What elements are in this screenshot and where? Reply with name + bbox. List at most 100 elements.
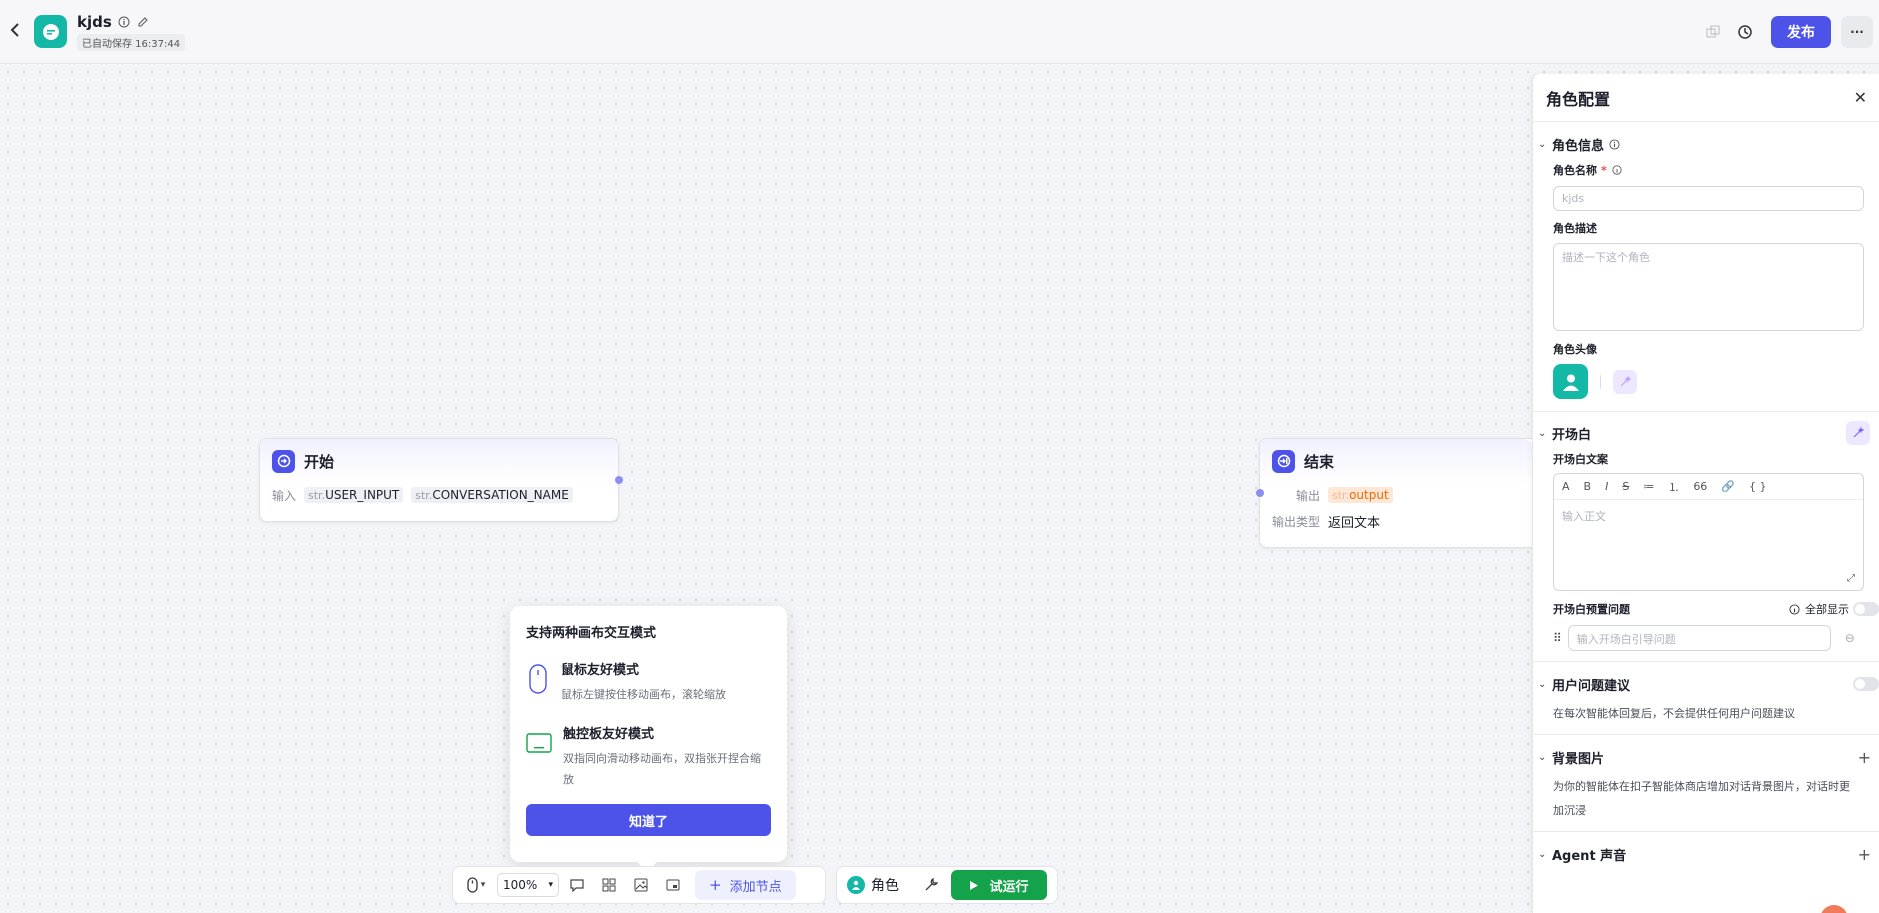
- var-tag: str.USER_INPUT: [304, 487, 404, 503]
- chevron-left-icon: [10, 23, 19, 37]
- play-icon: [970, 880, 979, 890]
- mouse-mode-name: 鼠标友好模式: [561, 663, 640, 678]
- info-icon[interactable]: [1788, 603, 1801, 616]
- end-node-input-port[interactable]: [1256, 489, 1264, 497]
- info-icon[interactable]: [1608, 138, 1621, 151]
- suggest-section: ⌄ 用户问题建议 在每次智能体回复后，不会提供任何用户问题建议: [1533, 662, 1879, 735]
- chevron-down-icon[interactable]: ⌄: [1538, 849, 1548, 860]
- opening-editor[interactable]: A B I S ≔ ⒈ 66 🔗 { } 输入正文 ⤢: [1553, 473, 1864, 591]
- chevron-down-icon[interactable]: ⌄: [1538, 752, 1548, 763]
- ordered-list-icon[interactable]: ⒈: [1668, 479, 1679, 495]
- zoom-select[interactable]: 100% ▾: [497, 873, 559, 897]
- end-node-icon: [1272, 449, 1295, 473]
- more-button[interactable]: ···: [1841, 16, 1873, 48]
- remove-icon[interactable]: ⊖: [1845, 631, 1855, 645]
- end-node-title: 结束: [1304, 452, 1335, 471]
- role-desc-label: 角色描述: [1553, 222, 1597, 235]
- back-button[interactable]: [4, 21, 26, 42]
- autosave-status: 已自动保存 16:37:44: [77, 33, 186, 51]
- edit-icon[interactable]: [137, 15, 150, 28]
- background-desc: 为你的智能体在扣子智能体商店增加对话背景图片，对话时更加沉浸: [1553, 780, 1850, 817]
- opening-section: ⌄ 开场白 开场白文案 A B I S ≔ ⒈ 66 🔗 { } 输入正文 ⤢: [1533, 412, 1879, 662]
- debug-button[interactable]: [917, 871, 945, 899]
- start-node-output-port[interactable]: [615, 476, 623, 484]
- start-input-label: 输入: [272, 488, 297, 503]
- mouse-mode-desc: 鼠标左键按住移动画布，滚轮缩放: [561, 688, 726, 701]
- chevron-down-icon: ▾: [480, 880, 486, 890]
- history-button[interactable]: [1729, 16, 1761, 48]
- test-run-button[interactable]: 试运行: [951, 870, 1047, 900]
- role-avatar-label: 角色头像: [1553, 343, 1597, 356]
- role-avatar[interactable]: [1553, 364, 1588, 399]
- add-node-label: 添加节点: [729, 879, 782, 895]
- preset-question-input[interactable]: 输入开场白引导问题: [1567, 625, 1831, 651]
- canvas-toolbar: ▾ 100% ▾ + 添加节点: [452, 866, 826, 904]
- history-icon: [1738, 25, 1752, 39]
- touchpad-mode-name: 触控板友好模式: [563, 727, 655, 742]
- add-voice-button[interactable]: +: [1858, 845, 1871, 864]
- add-node-button[interactable]: + 添加节点: [695, 870, 796, 900]
- touchpad-icon: [526, 727, 552, 759]
- suggest-toggle[interactable]: [1853, 677, 1879, 691]
- output-type-label: 输出类型: [1272, 514, 1321, 529]
- interaction-mode-button[interactable]: ▾: [459, 871, 493, 899]
- popup-title: 支持两种画布交互模式: [526, 626, 657, 641]
- publish-button[interactable]: 发布: [1771, 16, 1831, 48]
- wrench-icon: [925, 878, 938, 891]
- zoom-value: 100%: [503, 878, 538, 892]
- chevron-down-icon[interactable]: ⌄: [1538, 428, 1548, 439]
- start-node-icon: [272, 449, 295, 473]
- minimap-button[interactable]: [659, 871, 687, 899]
- magic-wand-icon: [1620, 375, 1631, 386]
- quote-icon[interactable]: 66: [1693, 480, 1707, 493]
- image-button[interactable]: [627, 871, 655, 899]
- chevron-down-icon: ▾: [548, 880, 553, 890]
- expand-icon[interactable]: ⤢: [1847, 573, 1855, 584]
- chevron-down-icon[interactable]: ⌄: [1538, 679, 1548, 690]
- font-icon[interactable]: A: [1562, 480, 1570, 493]
- comment-button[interactable]: [563, 871, 591, 899]
- role-info-title: 角色信息: [1552, 138, 1605, 154]
- app-title: kjds: [77, 12, 112, 31]
- start-node[interactable]: 开始 输入 str.USER_INPUT str.CONVERSATION_NA…: [259, 438, 619, 522]
- layout-button[interactable]: [595, 871, 623, 899]
- magic-wand-icon: [1853, 427, 1864, 438]
- copy-button[interactable]: [1697, 16, 1729, 48]
- show-all-toggle[interactable]: [1853, 602, 1879, 616]
- minimap-icon: [666, 879, 680, 891]
- code-icon[interactable]: { }: [1749, 480, 1767, 493]
- end-node[interactable]: 结束 输出 str.output 输出类型 返回文本: [1259, 438, 1532, 548]
- bold-icon[interactable]: B: [1584, 480, 1592, 493]
- suggest-desc: 在每次智能体回复后，不会提供任何用户问题建议: [1553, 707, 1795, 720]
- role-info-section: ⌄ 角色信息 角色名称 * kjds 角色描述 描述一下这个角色 角色头像: [1533, 122, 1879, 412]
- role-desc-input[interactable]: 描述一下这个角色: [1553, 243, 1864, 331]
- generate-avatar-button[interactable]: [1613, 369, 1637, 394]
- strike-icon[interactable]: S: [1622, 480, 1629, 493]
- comment-icon: [570, 879, 584, 892]
- got-it-button[interactable]: 知道了: [526, 804, 771, 836]
- output-type-value: 返回文本: [1328, 515, 1381, 531]
- info-icon[interactable]: [118, 15, 131, 28]
- role-button[interactable]: 角色: [841, 875, 905, 895]
- italic-icon[interactable]: I: [1605, 480, 1608, 493]
- role-config-panel: 角色配置 ✕ ⌄ 角色信息 角色名称 * kjds 角色描述 描述一下这个角色 角…: [1532, 74, 1879, 913]
- link-icon[interactable]: 🔗: [1721, 480, 1735, 493]
- role-name-input[interactable]: kjds: [1553, 186, 1864, 211]
- editor-toolbar: A B I S ≔ ⒈ 66 🔗 { }: [1554, 474, 1863, 500]
- preset-question-label: 开场白预置问题: [1553, 603, 1630, 616]
- chevron-down-icon[interactable]: ⌄: [1538, 139, 1548, 150]
- suggest-title: 用户问题建议: [1552, 678, 1631, 694]
- mouse-icon: [467, 877, 478, 893]
- close-icon[interactable]: ✕: [1854, 88, 1867, 107]
- add-background-button[interactable]: +: [1858, 748, 1871, 767]
- info-icon[interactable]: [1611, 164, 1624, 177]
- voice-title: Agent 声音: [1552, 848, 1627, 864]
- role-name-label: 角色名称 *: [1538, 162, 1859, 178]
- drag-handle-icon[interactable]: ⠿: [1553, 631, 1562, 645]
- panel-title: 角色配置: [1546, 89, 1611, 109]
- touchpad-mode-desc: 双指同向滑动移动画布，双指张开捏合缩放: [563, 752, 761, 786]
- generate-opening-button[interactable]: [1846, 421, 1870, 445]
- role-label: 角色: [871, 878, 899, 894]
- user-avatar-icon: [847, 876, 865, 894]
- bullet-list-icon[interactable]: ≔: [1643, 480, 1654, 493]
